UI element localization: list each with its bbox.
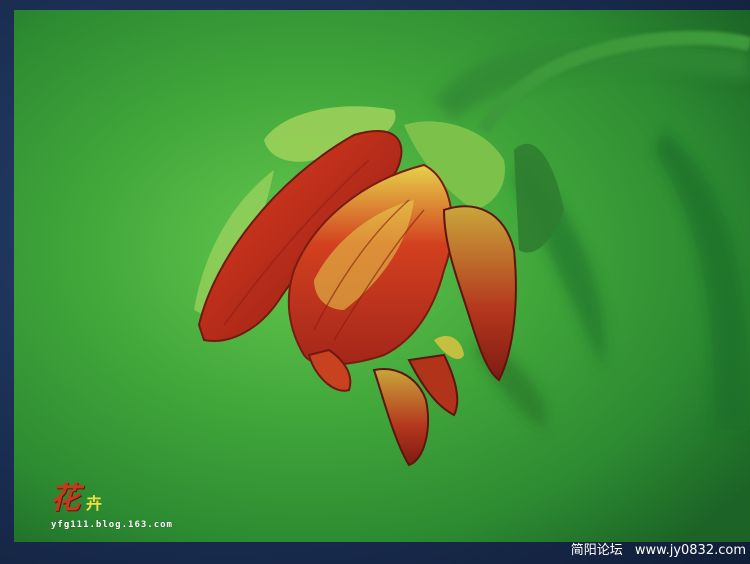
watermark-url: yfg111.blog.163.com (51, 520, 173, 530)
watermark-glyph-main: 花 (50, 481, 80, 516)
flower-photo: 花 卉 yfg111.blog.163.com (14, 10, 750, 542)
footer-site-name: 简阳论坛 (570, 543, 623, 558)
watermark-logo: 花 卉 yfg111.blog.163.com (50, 482, 270, 538)
footer-site-url[interactable]: www.jy0832.com (635, 543, 746, 558)
flower-bud-illustration (14, 10, 750, 542)
watermark-glyph-secondary: 卉 (86, 494, 103, 513)
footer-credit: 简阳论坛 www.jy0832.com (571, 542, 746, 562)
